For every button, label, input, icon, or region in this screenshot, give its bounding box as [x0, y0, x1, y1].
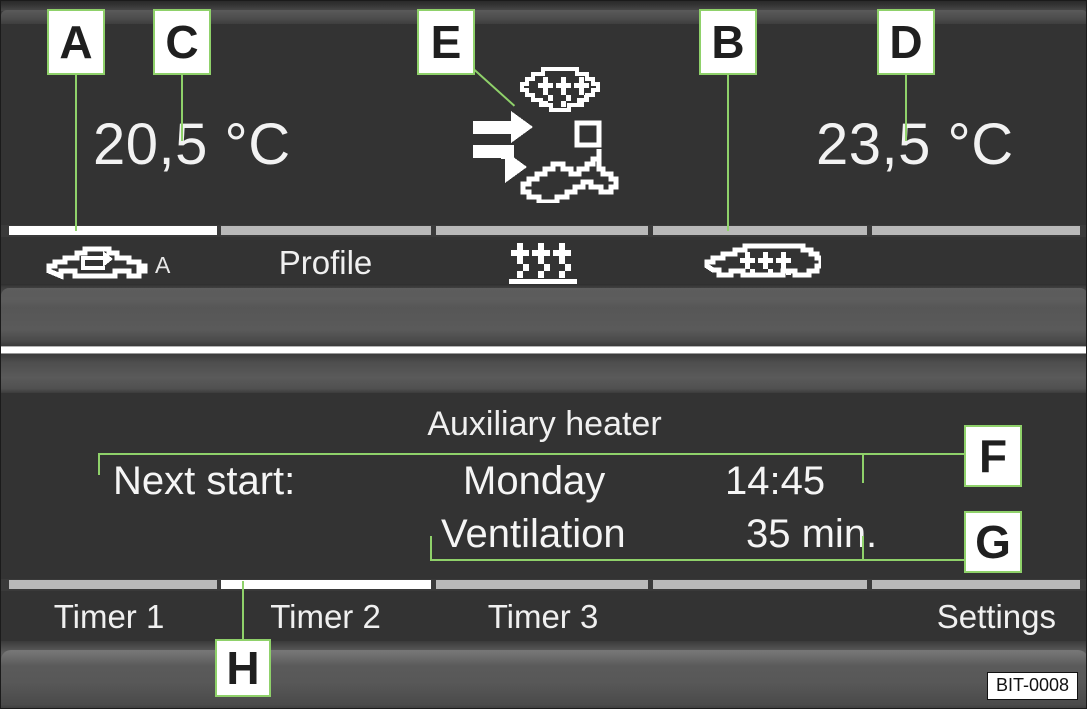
seat-heating-icon	[507, 241, 579, 285]
callout-d: D	[877, 9, 935, 75]
segment-indicator-5	[872, 226, 1080, 235]
segment-indicator-3	[436, 226, 648, 235]
airflow-windshield-and-body-icon[interactable]	[471, 63, 631, 205]
timer-segment-indicator-3	[436, 580, 648, 589]
callout-f: F	[964, 425, 1022, 487]
tab-settings[interactable]: Settings	[870, 591, 1086, 643]
page-title: Auxiliary heater	[427, 405, 662, 443]
figure-reference-code: BIT-0008	[986, 672, 1078, 700]
timer-segment-indicator-2	[221, 580, 431, 589]
tab-timer-2[interactable]: Timer 2	[217, 591, 434, 643]
leader-line-d	[905, 75, 907, 141]
leader-line-c	[181, 75, 183, 141]
sidebar-item-air-recirculation[interactable]: A	[1, 237, 217, 289]
climate-tab-indicator-bar	[1, 226, 1086, 235]
next-start-label: Next start:	[113, 459, 296, 503]
recirculation-auto-label: A	[155, 252, 171, 278]
heater-duration-value[interactable]: 35 min.	[746, 512, 877, 557]
leader-line-f-right-tick	[862, 453, 864, 483]
next-start-day-value[interactable]: Monday	[463, 459, 605, 504]
tab-label-timer-2: Timer 2	[270, 598, 381, 635]
timer-tab-indicator-bar	[1, 580, 1086, 589]
leader-line-g-horizontal	[430, 559, 964, 561]
sidebar-item-climate-empty[interactable]	[870, 237, 1086, 289]
leader-line-h	[242, 581, 244, 639]
infotainment-screenshot: 20,5 °C 23,5 °C A Profile Auxiliary heat…	[0, 0, 1087, 709]
callout-e: E	[417, 9, 475, 75]
leader-line-g-left-tick	[430, 536, 432, 561]
tab-timer-1[interactable]: Timer 1	[1, 591, 217, 643]
leader-line-b	[727, 75, 729, 231]
tab-label-timer-1: Timer 1	[53, 598, 165, 635]
timer-segment-indicator-4	[653, 580, 867, 589]
next-start-time-value[interactable]: 14:45	[725, 459, 825, 504]
air-recirculation-car-icon	[41, 243, 151, 283]
callout-h: H	[215, 639, 271, 697]
sidebar-item-seat-heating[interactable]	[434, 237, 652, 289]
tab-timer-3[interactable]: Timer 3	[434, 591, 652, 643]
callout-c: C	[153, 9, 211, 75]
passenger-temperature-value[interactable]: 23,5 °C	[816, 111, 1014, 178]
bottom-bezel-highlight	[1, 650, 1086, 666]
timer-segment-indicator-5	[872, 580, 1080, 589]
sidebar-item-profile[interactable]: Profile	[217, 237, 434, 289]
leader-line-f-left-tick	[98, 453, 100, 475]
climate-tab-bar: A Profile	[1, 237, 1086, 289]
callout-g: G	[964, 511, 1022, 573]
sidebar-item-rear-window-defrost[interactable]	[652, 237, 870, 289]
tab-label-settings: Settings	[936, 598, 1056, 635]
tab-timer-empty[interactable]	[652, 591, 870, 643]
timer-segment-indicator-1	[9, 580, 217, 589]
leader-line-g-right-tick	[862, 536, 864, 561]
rear-window-defrost-icon	[701, 242, 824, 284]
driver-temperature-value[interactable]: 20,5 °C	[93, 111, 291, 178]
tab-label-profile: Profile	[278, 244, 373, 281]
callout-b: B	[699, 9, 757, 75]
timer-tab-bar: Timer 1 Timer 2 Timer 3 Settings	[1, 591, 1086, 643]
callout-a: A	[47, 9, 105, 75]
segment-indicator-2	[221, 226, 431, 235]
segment-indicator-1	[9, 226, 217, 235]
leader-line-a	[75, 75, 77, 231]
tab-label-timer-3: Timer 3	[487, 598, 599, 635]
leader-line-f-horizontal	[98, 453, 964, 455]
segment-indicator-4	[653, 226, 867, 235]
heater-mode-label[interactable]: Ventilation	[441, 512, 626, 557]
panel-separator-highlight	[1, 288, 1086, 308]
